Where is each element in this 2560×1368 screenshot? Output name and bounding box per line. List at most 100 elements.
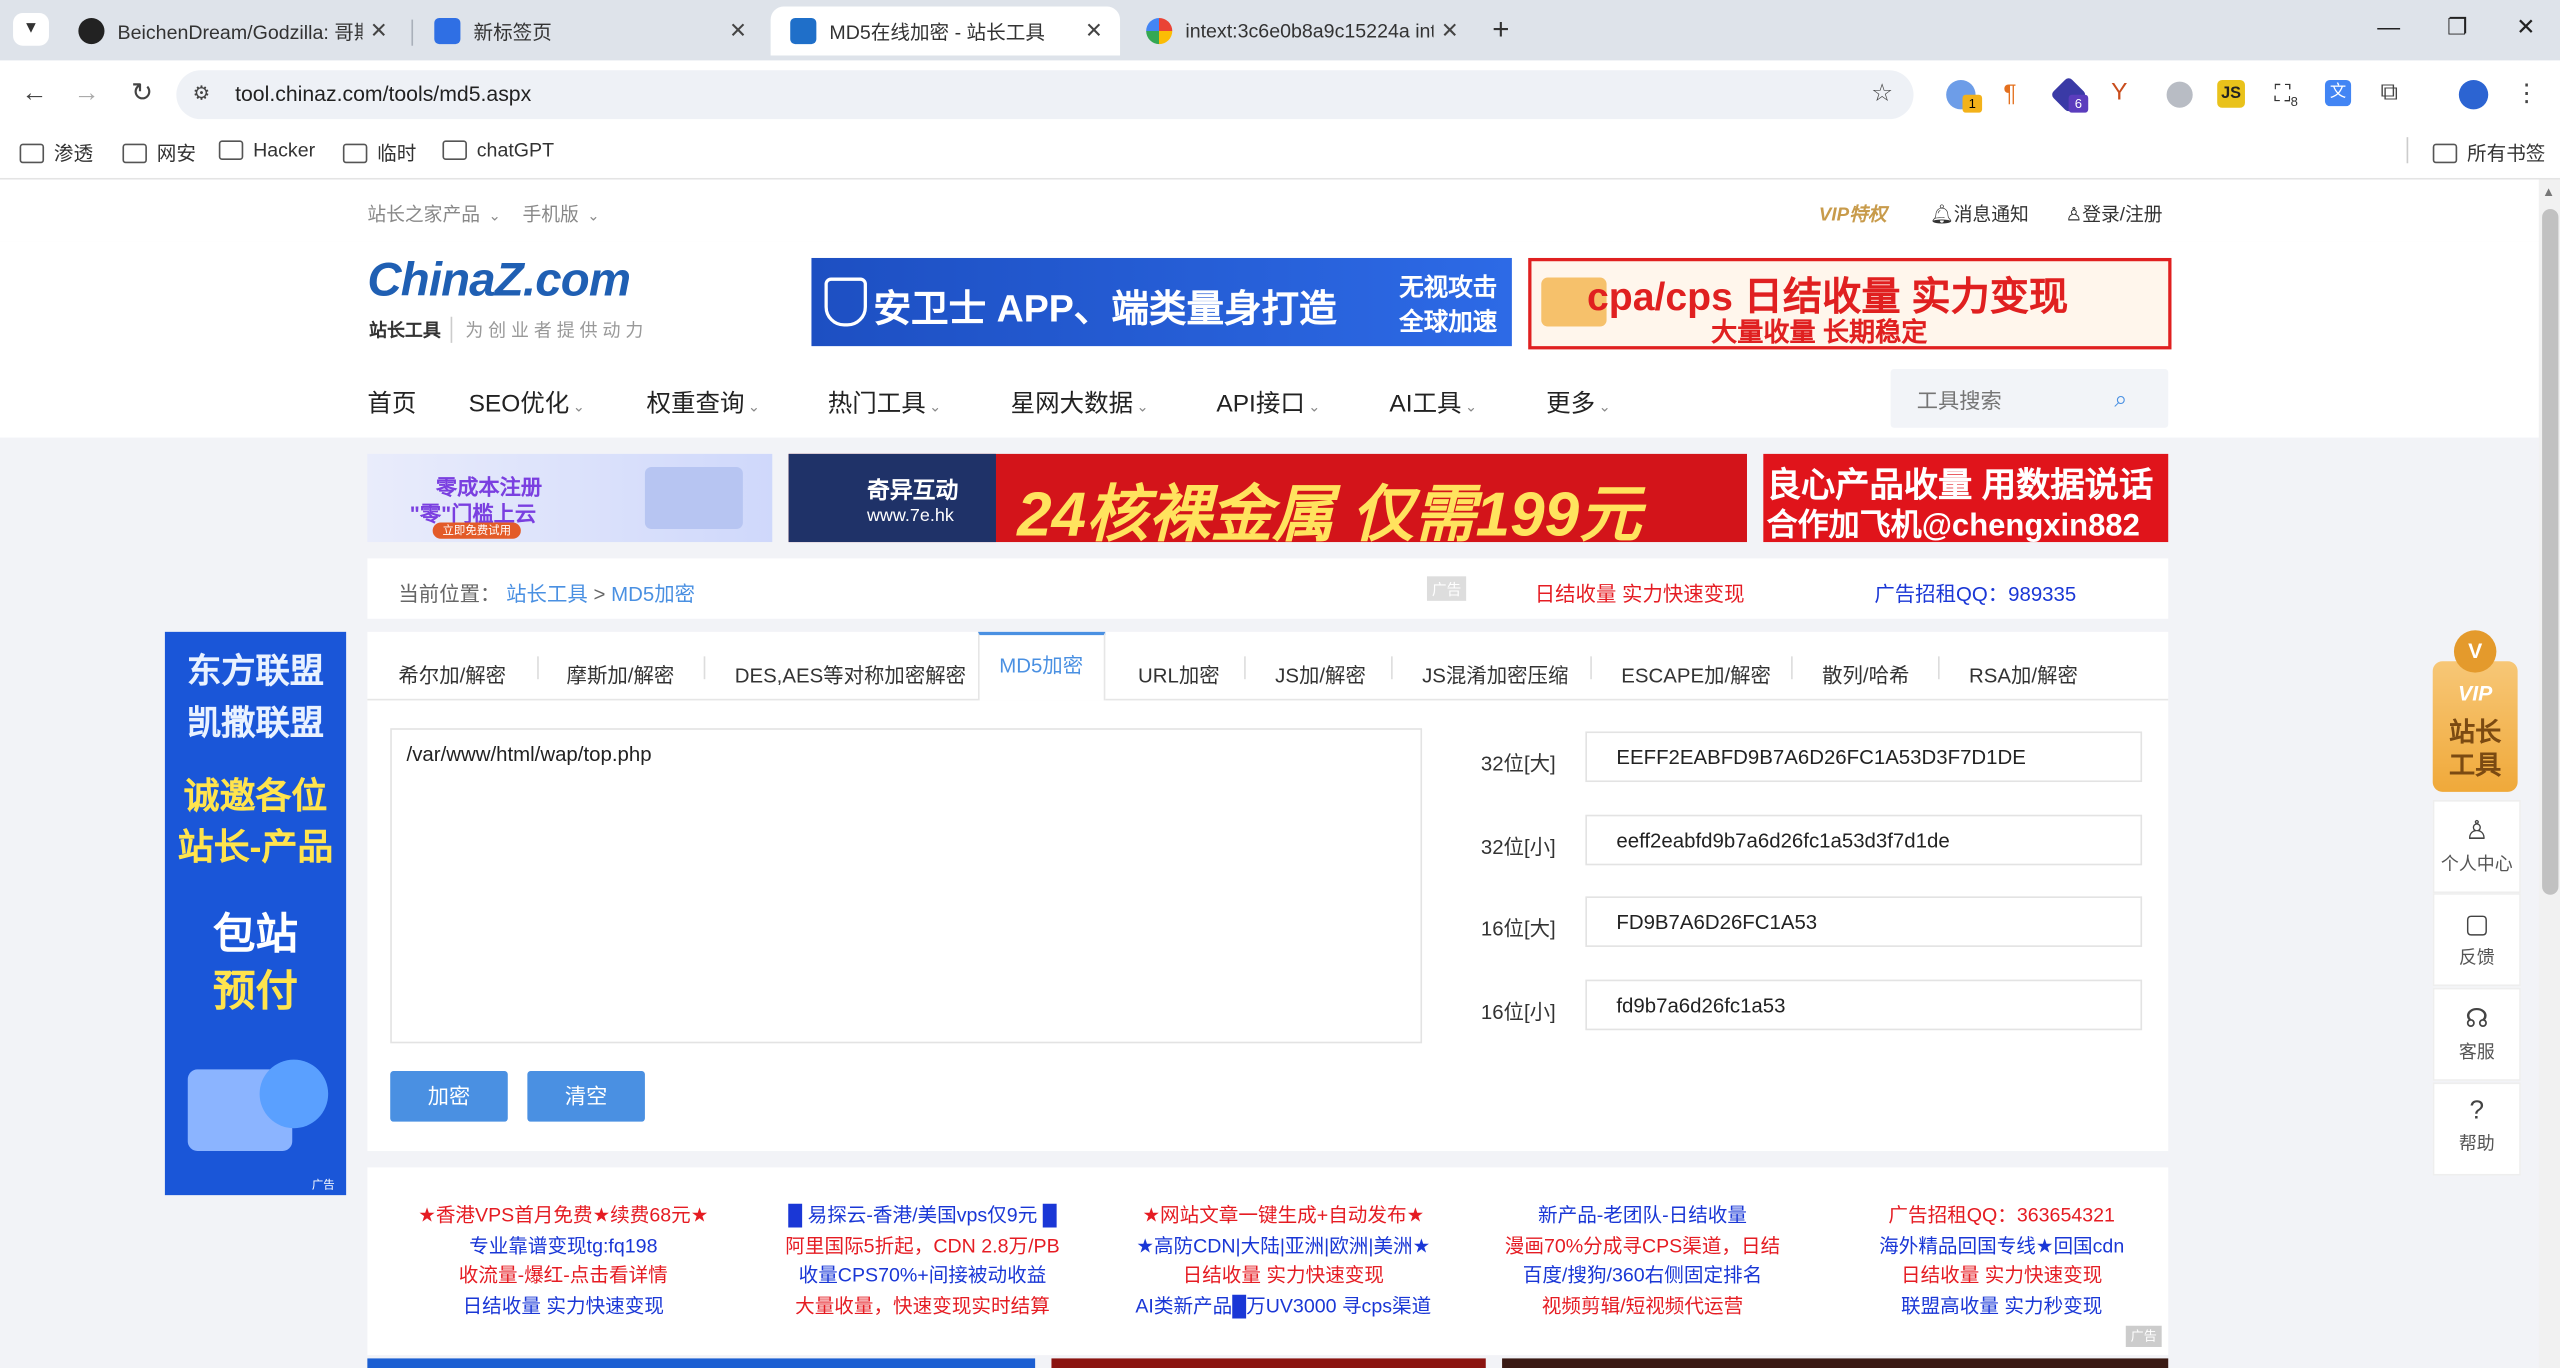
tab-md5-label[interactable]: MD5加密: [999, 648, 1083, 679]
minimize-icon[interactable]: —: [2371, 13, 2407, 46]
text-ad-link[interactable]: 日结收量 实力快速变现: [359, 1291, 767, 1321]
products-menu[interactable]: 站长之家产品 ⌄: [367, 201, 500, 227]
nav-hot-tools[interactable]: 热门工具 ⌄: [828, 385, 942, 419]
text-ad-link[interactable]: 日结收量 实力快速变现: [1798, 1260, 2206, 1290]
bottom-banner-ad[interactable]: [367, 1358, 1036, 1368]
text-ad-link[interactable]: 海外精品回国专线★回国cdn: [1798, 1230, 2206, 1260]
login-link[interactable]: ♙登录/注册: [2065, 201, 2162, 227]
bookmark-star-icon[interactable]: ☆: [1871, 78, 1893, 108]
js-extension-icon[interactable]: JS: [2217, 80, 2245, 108]
close-tab-icon[interactable]: ✕: [1434, 18, 1467, 44]
tab-des-aes[interactable]: DES,AES等对称加密解密: [735, 658, 966, 689]
close-window-icon[interactable]: ✕: [2508, 13, 2544, 46]
text-ad-link[interactable]: 广告招租QQ：363654321: [1798, 1200, 2206, 1230]
breadcrumb-home-link[interactable]: 站长工具: [506, 583, 588, 606]
result-16-upper[interactable]: FD9B7A6D26FC1A53: [1585, 896, 2143, 947]
pilcrow-extension-icon[interactable]: ¶: [2003, 80, 2016, 108]
ad-contact-link[interactable]: 广告招租QQ：989335: [1874, 576, 2076, 607]
text-ad-link[interactable]: 阿里国际5折起，CDN 2.8万/PB: [718, 1230, 1126, 1260]
new-tab-icon[interactable]: +: [1492, 13, 1509, 47]
left-side-ad[interactable]: 东方联盟 凯撒联盟 诚邀各位 站长-产品 包站 预付 广告: [164, 631, 347, 1196]
result-32-upper[interactable]: EEFF2EABFD9B7A6D26FC1A53D3F7D1DE: [1585, 731, 2143, 783]
notify-link[interactable]: 🔔︎消息通知: [1930, 201, 2029, 227]
vip-tools-button[interactable]: VIP 站长 工具: [2432, 661, 2518, 792]
result-32-lower[interactable]: eeff2eabfd9b7a6d26fc1a53d3f7d1de: [1585, 814, 2143, 866]
extensions-puzzle-icon[interactable]: ⧉: [2380, 78, 2398, 106]
bottom-banner-ad[interactable]: [1051, 1358, 1486, 1368]
banner-ad[interactable]: 奇异互动 www.7e.hk 24核裸金属 仅需199元: [788, 453, 1747, 550]
browser-tab[interactable]: intext:3c6e0b8a9c15224a inte ✕: [1127, 7, 1476, 56]
text-ad-link[interactable]: 收流量-爆红-点击看详情: [359, 1260, 767, 1290]
url-text[interactable]: tool.chinaz.com/tools/md5.aspx: [235, 82, 531, 106]
bottom-banner-ad[interactable]: [1502, 1358, 2169, 1368]
bookmark-folder[interactable]: 网安: [122, 139, 196, 167]
bookmark-folder[interactable]: Hacker: [218, 139, 315, 162]
result-16-lower[interactable]: fd9b7a6d26fc1a53: [1585, 979, 2143, 1031]
nav-api[interactable]: API接口 ⌄: [1216, 385, 1320, 419]
scroll-up-icon[interactable]: ▲: [2542, 184, 2555, 199]
nav-bigdata[interactable]: 星网大数据 ⌄: [1011, 385, 1149, 419]
promo-link[interactable]: 日结收量 实力快速变现: [1535, 576, 1745, 607]
text-ad-link[interactable]: 大量收量，快速变现实时结算: [718, 1291, 1126, 1321]
browser-tab[interactable]: 新标签页 ✕: [415, 7, 764, 56]
reload-icon[interactable]: ↻: [124, 77, 160, 113]
site-info-icon[interactable]: ⚙: [193, 82, 211, 105]
text-ad-link[interactable]: ★香港VPS首月免费★续费68元★: [359, 1200, 767, 1230]
text-ad-link[interactable]: 联盟高收量 实力秒变现: [1798, 1291, 2206, 1321]
restore-icon[interactable]: ❐: [2439, 13, 2475, 46]
menu-kebab-icon[interactable]: ⋮: [2514, 78, 2538, 108]
bookmark-folder[interactable]: 临时: [342, 139, 416, 167]
nav-more[interactable]: 更多 ⌄: [1546, 385, 1611, 419]
tool-search-input[interactable]: [1913, 382, 2100, 418]
input-text[interactable]: /var/www/html/wap/top.php: [407, 743, 652, 766]
bookmark-folder[interactable]: 渗透: [19, 139, 93, 167]
search-icon[interactable]: ⌕: [2114, 385, 2127, 413]
help-button[interactable]: ? 帮助: [2432, 1082, 2521, 1176]
tab-js[interactable]: JS加/解密: [1275, 658, 1366, 689]
scrollbar-thumb[interactable]: [2542, 208, 2559, 895]
nav-ai[interactable]: AI工具 ⌄: [1389, 385, 1477, 419]
header-ad-banner[interactable]: cpa/cps 日结收量 实力变现 大量收量 长期稳定: [1528, 257, 2172, 350]
text-ad-link[interactable]: 收量CPS70%+间接被动收益: [718, 1260, 1126, 1290]
browser-tab-active[interactable]: MD5在线加密 - 站长工具 ✕: [770, 6, 1121, 56]
personal-center-button[interactable]: ♙ 个人中心: [2432, 800, 2521, 894]
banner-ad[interactable]: 良心产品收量 用数据说话 合作加飞机@chengxin882: [1763, 453, 2169, 544]
forward-icon[interactable]: →: [69, 77, 105, 113]
text-ad-link[interactable]: 视频剪辑/短视频代运营: [1438, 1291, 1846, 1321]
nav-seo[interactable]: SEO优化 ⌄: [469, 385, 585, 419]
tab-morse[interactable]: 摩斯加/解密: [567, 658, 675, 689]
close-tab-icon[interactable]: ✕: [1078, 18, 1111, 44]
bookmark-folder[interactable]: chatGPT: [442, 139, 554, 162]
text-ad-link[interactable]: ★高防CDN|大陆|亚洲|欧洲|美洲★: [1079, 1230, 1487, 1260]
text-ad-link[interactable]: 漫画70%分成寻CPS渠道，日结: [1438, 1230, 1846, 1260]
nav-weight[interactable]: 权重查询 ⌄: [647, 385, 761, 419]
tab-url[interactable]: URL加密: [1138, 658, 1220, 689]
customer-service-button[interactable]: ☊ 客服: [2432, 987, 2521, 1081]
text-ad-link[interactable]: 新产品-老团队-日结收量: [1438, 1200, 1846, 1230]
banner-ad[interactable]: 零成本注册 "零"门槛上云 立即免费试用: [367, 453, 773, 543]
breadcrumb-current[interactable]: MD5加密: [611, 583, 695, 606]
tab-js-obfuscate[interactable]: JS混淆加密压缩: [1422, 658, 1568, 689]
text-ad-link[interactable]: 日结收量 实力快速变现: [1079, 1260, 1487, 1290]
tab-escape[interactable]: ESCAPE加/解密: [1621, 658, 1771, 689]
browser-tab[interactable]: BeichenDream/Godzilla: 哥斯 ✕: [59, 7, 405, 56]
extension-icon[interactable]: ⛶: [2274, 80, 2290, 108]
back-icon[interactable]: ←: [16, 77, 52, 113]
extension-icon[interactable]: [2166, 81, 2193, 108]
tab-search-button[interactable]: ▼: [13, 13, 49, 46]
text-ad-link[interactable]: 专业靠谱变现tg:fq198: [359, 1230, 767, 1260]
tab-hill[interactable]: 希尔加/解密: [398, 658, 506, 689]
profile-avatar[interactable]: [2458, 80, 2489, 110]
encrypt-button[interactable]: 加密: [390, 1071, 508, 1122]
header-ad-banner[interactable]: 安卫士 APP、端类量身打造 无视攻击 全球加速: [811, 257, 1512, 347]
tab-hash[interactable]: 散列/哈希: [1822, 658, 1909, 689]
md5-input-textarea[interactable]: [390, 728, 1423, 1044]
site-logo[interactable]: ChinaZ.com: [367, 255, 631, 309]
vip-link[interactable]: VIP特权: [1819, 201, 1887, 227]
nav-home[interactable]: 首页: [367, 385, 416, 419]
wappalyzer-icon[interactable]: Y: [2111, 78, 2127, 106]
close-tab-icon[interactable]: ✕: [722, 18, 755, 44]
text-ad-link[interactable]: 百度/搜狗/360右侧固定排名: [1438, 1260, 1846, 1290]
text-ad-link[interactable]: █ 易探云-香港/美国vps仅9元 █: [718, 1200, 1126, 1230]
close-tab-icon[interactable]: ✕: [362, 18, 395, 44]
